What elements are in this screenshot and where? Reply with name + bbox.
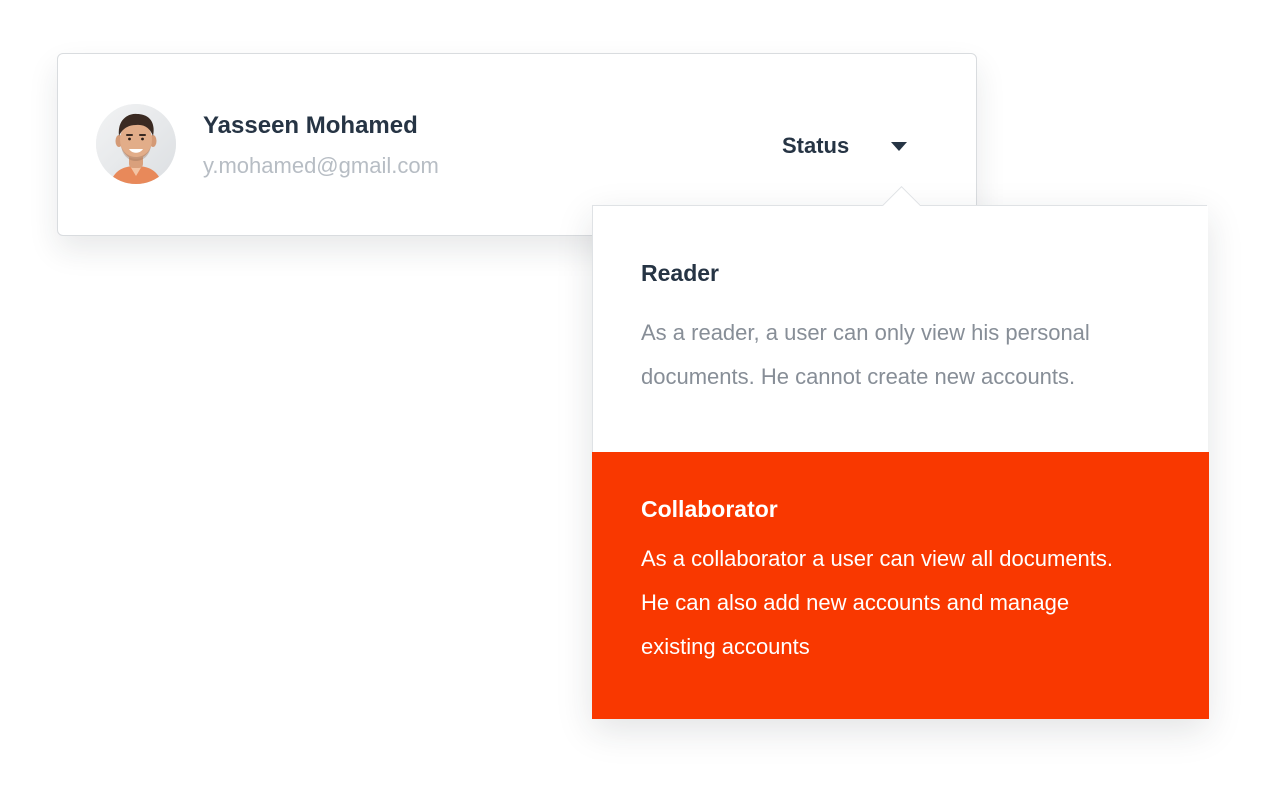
status-label: Status [782, 133, 850, 158]
user-name: Yasseen Mohamed [203, 112, 418, 139]
option-title: Reader [641, 260, 719, 286]
option-description: As a reader, a user can only view his pe… [641, 320, 1090, 389]
option-reader[interactable]: Reader As a reader, a user can only view… [593, 206, 1208, 452]
status-dropdown-button[interactable]: Status [782, 131, 908, 161]
caret-down-icon [891, 141, 908, 151]
avatar [96, 104, 176, 184]
option-collaborator[interactable]: Collaborator As a collaborator a user ca… [592, 452, 1209, 719]
option-title: Collaborator [641, 496, 778, 522]
user-email: y.mohamed@gmail.com [203, 153, 439, 178]
dropdown-pointer [882, 185, 920, 206]
option-description: As a collaborator a user can view all do… [641, 546, 1114, 659]
avatar-photo [96, 104, 176, 184]
status-dropdown-menu: Reader As a reader, a user can only view… [592, 205, 1209, 719]
